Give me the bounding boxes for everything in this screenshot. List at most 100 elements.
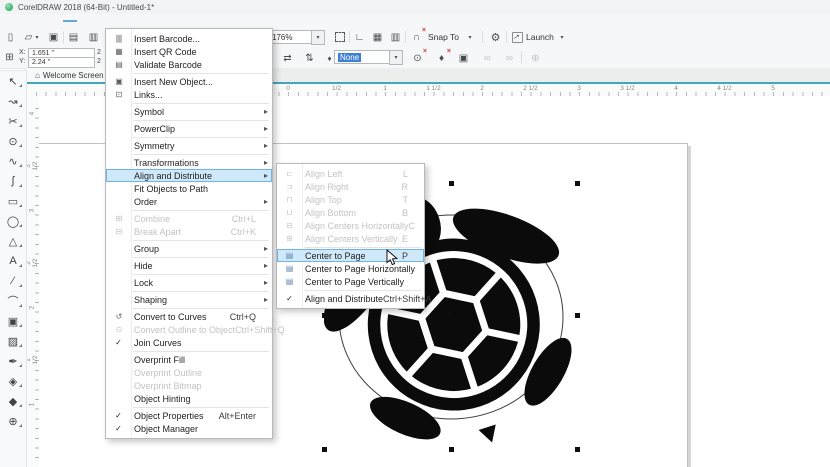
selection-handle[interactable] [322, 447, 327, 452]
menu-item-transformations[interactable]: Transformations ▸ [106, 156, 272, 169]
text-tool[interactable]: A [0, 251, 26, 271]
submenu-item-align-left[interactable]: ⊏ Align Left L [277, 167, 424, 180]
submenu-item-align-bottom[interactable]: ⊔ Align Bottom B [277, 206, 424, 219]
remove-transformations-icon[interactable]: ⊙× [410, 51, 425, 65]
menu-item-object-hinting[interactable]: Object Hinting [106, 392, 272, 405]
menu-item-overprint-outline[interactable]: Overprint Outline [106, 366, 272, 379]
menu-item-insert-barcode[interactable]: ∥∥ Insert Barcode... [106, 32, 272, 45]
menu-item-fit-objects-to-path[interactable]: Fit Objects to Path [106, 182, 272, 195]
drop-shadow-tool[interactable]: ▣ [0, 311, 26, 331]
menu-item-convert-to-curves[interactable]: ↺ Convert to Curves Ctrl+Q [106, 310, 272, 323]
transparency-tool[interactable]: ▨ [0, 331, 26, 351]
menu-item-group[interactable]: Group ▸ [106, 242, 272, 255]
menu-item-symmetry[interactable]: Symmetry ▸ [106, 139, 272, 152]
menu-item-order[interactable]: Order ▸ [106, 195, 272, 208]
shape-tool[interactable]: ↝ [0, 91, 26, 111]
polygon-tool[interactable]: △ [0, 231, 26, 251]
menubar-item-bitmaps[interactable] [93, 20, 107, 22]
submenu-item-center-to-page-vertically[interactable]: ▤ Center to Page Vertically [277, 275, 424, 288]
menu-item-hide[interactable]: Hide ▸ [106, 259, 272, 272]
menu-item-insert-new-object[interactable]: ▣ Insert New Object... [106, 75, 272, 88]
mirror-vertical-icon[interactable]: ⇅ [302, 51, 317, 65]
zoom-level-field[interactable]: 176% [268, 30, 315, 44]
menu-item-shaping[interactable]: Shaping ▸ [106, 293, 272, 306]
freehand-tool[interactable]: ∿ [0, 151, 26, 171]
add-tool-button[interactable]: ⊕ [0, 411, 26, 431]
submenu-item-align-centers-vertically[interactable]: ⊞ Align Centers Vertically E [277, 232, 424, 245]
options-gear-icon[interactable]: ⚙ [488, 30, 503, 44]
menubar-item-help[interactable] [168, 20, 182, 22]
selection-handle[interactable] [575, 447, 580, 452]
submenu-item-align-and-distribute[interactable]: ✓ Align and Distribute Ctrl+Shift+A [277, 292, 424, 305]
menu-item-convert-outline-to-object[interactable]: ⊙ Convert Outline to Object Ctrl+Shift+Q [106, 323, 272, 336]
outline-width-field[interactable]: None [334, 50, 393, 64]
selection-handle[interactable] [449, 447, 454, 452]
menubar-item-effects[interactable] [78, 20, 92, 22]
menubar-item-table[interactable] [123, 20, 137, 22]
menubar-item-tools[interactable] [138, 20, 152, 22]
paste-icon[interactable]: ▥ [86, 30, 101, 44]
smart-fill-tool[interactable]: ◆ [0, 391, 26, 411]
crop-tool[interactable]: ✂ [0, 111, 26, 131]
menubar-item-file[interactable] [3, 20, 17, 22]
open-caret-icon[interactable]: ▾ [33, 30, 41, 44]
pick-tool[interactable]: ↖ [0, 71, 26, 91]
add-property-icon[interactable]: ⊕ [528, 51, 543, 65]
save-icon[interactable]: ▣ [46, 30, 61, 44]
show-guidelines-icon[interactable]: ▥ [388, 30, 403, 44]
menu-item-object-properties[interactable]: ✓ Object Properties Alt+Enter [106, 409, 272, 422]
submenu-item-center-to-page[interactable]: ▤ Center to Page P [277, 249, 424, 262]
snap-off-icon[interactable]: ∩× [409, 30, 424, 44]
menu-item-object-manager[interactable]: ✓ Object Manager [106, 422, 272, 435]
menu-item-combine[interactable]: ⊞ Combine Ctrl+L [106, 212, 272, 225]
menu-item-join-curves[interactable]: ✓ Join Curves [106, 336, 272, 349]
submenu-item-align-right[interactable]: ⊐ Align Right R [277, 180, 424, 193]
launch-icon[interactable]: ↗ [510, 30, 525, 44]
menu-item-align-and-distribute[interactable]: Align and Distribute ▸ [106, 169, 272, 182]
object-height-field[interactable]: 2 [97, 58, 101, 65]
connector-tool[interactable]: ⌒ [0, 291, 26, 311]
clear-envelope-icon[interactable]: ♦× [434, 51, 449, 65]
link-frames-icon[interactable]: ∞ [480, 51, 495, 65]
snap-to-caret-icon[interactable]: ▾ [466, 30, 474, 44]
menubar-item-window[interactable] [153, 20, 167, 22]
menu-item-break-apart[interactable]: ⊟ Break Apart Ctrl+K [106, 225, 272, 238]
interactive-fill-tool[interactable]: ◈ [0, 371, 26, 391]
snap-to-button[interactable]: Snap To [428, 32, 459, 42]
wrap-text-icon[interactable]: ▣ [456, 51, 471, 65]
menubar-item-text[interactable] [108, 20, 122, 22]
selection-handle[interactable] [449, 181, 454, 186]
menu-item-overprint-fill[interactable]: Overprint Fill [106, 353, 272, 366]
menubar-item-view[interactable] [33, 20, 47, 22]
zoom-tool[interactable]: ⊙ [0, 131, 26, 151]
launch-caret-icon[interactable]: ▾ [558, 30, 566, 44]
tab-welcome-screen[interactable]: ⌂ Welcome Screen [27, 68, 113, 82]
dimension-tool[interactable]: ⁄ [0, 271, 26, 291]
selection-handle[interactable] [575, 313, 580, 318]
selection-center-mark[interactable]: × [447, 312, 452, 318]
mirror-horizontal-icon[interactable]: ⇄ [280, 51, 295, 65]
menubar-item-object[interactable] [63, 20, 77, 22]
menubar-item-edit[interactable] [18, 20, 32, 22]
submenu-item-center-to-page-horizontally[interactable]: ▤ Center to Page Horizontally [277, 262, 424, 275]
selection-handle[interactable] [322, 313, 327, 318]
menu-item-lock[interactable]: Lock ▸ [106, 276, 272, 289]
launch-button[interactable]: Launch [526, 32, 554, 42]
color-eyedropper-tool[interactable]: ✒ [0, 351, 26, 371]
menu-item-links[interactable]: ⊡ Links... [106, 88, 272, 101]
outline-width-caret-icon[interactable]: ▾ [389, 50, 403, 65]
show-grid-icon[interactable]: ▦ [370, 30, 385, 44]
fullscreen-preview-icon[interactable] [332, 30, 347, 44]
submenu-item-align-centers-horizontally[interactable]: ⊟ Align Centers Horizontally C [277, 219, 424, 232]
menu-item-insert-qr-code[interactable]: ▦ Insert QR Code [106, 45, 272, 58]
object-width-field[interactable]: 2 [97, 49, 101, 56]
menu-item-overprint-bitmap[interactable]: Overprint Bitmap [106, 379, 272, 392]
show-rulers-icon[interactable]: ∟ [352, 30, 367, 44]
submenu-item-align-top[interactable]: ⊓ Align Top T [277, 193, 424, 206]
artistic-media-tool[interactable]: ∫ [0, 171, 26, 191]
y-position-field[interactable]: 2.24 " [28, 57, 95, 68]
menu-item-validate-barcode[interactable]: ▤ Validate Barcode [106, 58, 272, 71]
new-document-icon[interactable]: ▯ [3, 30, 18, 44]
print-icon[interactable]: ▤ [66, 30, 81, 44]
menubar-item-layout[interactable] [48, 20, 62, 22]
